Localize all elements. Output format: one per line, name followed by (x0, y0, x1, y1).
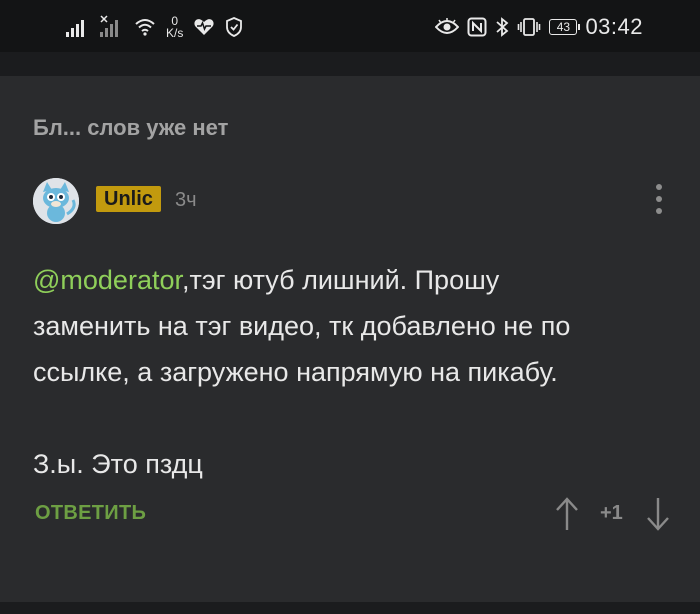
battery-level: 43 (556, 20, 571, 34)
shield-icon (226, 17, 243, 37)
status-left: 0 K/s (66, 14, 243, 40)
status-right: 43 03:42 (435, 14, 643, 40)
network-speed: 0 K/s (166, 15, 183, 39)
comment-line-1: @moderator,тэг ютуб лишний. Прошу (33, 257, 673, 303)
status-clock: 03:42 (585, 14, 643, 39)
bottom-divider (0, 602, 700, 614)
status-bar: 0 K/s 43 03:42 (0, 0, 700, 52)
cat-avatar-icon (33, 178, 79, 224)
avatar[interactable] (33, 178, 79, 224)
downvote-arrow-icon[interactable] (644, 496, 672, 532)
comment-line-4: З.ы. Это пздц (33, 449, 203, 479)
nfc-icon (467, 17, 487, 37)
eye-icon (435, 18, 460, 34)
comment-rating: +1 (600, 502, 623, 524)
comment-line-2: заменить на тэг видео, тк добавлено не п… (33, 311, 571, 341)
comment-text: @moderator,тэг ютуб лишний. Прошу замени… (33, 257, 673, 487)
comment-time: 3ч (175, 189, 197, 211)
post-title[interactable]: Бл... слов уже нет (33, 115, 228, 141)
comment-line-1-text: ,тэг ютуб лишний. Прошу (181, 265, 500, 295)
header-divider (0, 52, 700, 76)
signal-x-icon (100, 15, 124, 37)
signal-icon (66, 17, 90, 37)
more-options-icon[interactable] (650, 182, 668, 216)
upvote-arrow-icon[interactable] (553, 496, 581, 532)
reply-button[interactable]: ОТВЕТИТЬ (35, 502, 146, 525)
network-speed-unit: K/s (166, 26, 184, 40)
wifi-icon (135, 19, 155, 36)
username-badge[interactable]: Unlic (96, 186, 161, 212)
battery-icon: 43 (549, 19, 581, 35)
comment-line-3: ссылке, а загружено напрямую на пикабу. (33, 357, 558, 387)
vibrate-icon (518, 18, 541, 36)
mention-link[interactable]: @moderator (33, 265, 182, 295)
bluetooth-icon (496, 17, 509, 37)
heart-pulse-icon (194, 19, 214, 35)
